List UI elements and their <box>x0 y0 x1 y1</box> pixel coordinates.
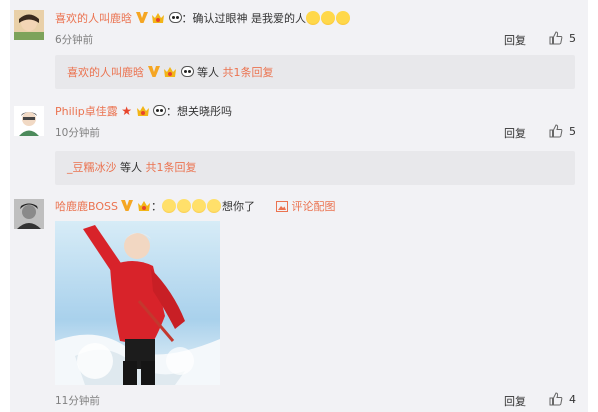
reply-button[interactable]: 回复 <box>504 32 526 48</box>
sub-replies-box[interactable]: _豆糯冰沙 等人 共1条回复 <box>55 151 575 185</box>
comment-panel: 喜欢的人叫鹿晗 ：确认过眼神 是我爱的人 6分钟前 回复 5 喜欢的人叫鹿晗 等… <box>10 0 588 412</box>
picture-icon <box>275 201 288 212</box>
relieved-emoji-icon <box>176 199 191 213</box>
username-link[interactable]: Philip卓佳露 <box>55 105 118 118</box>
avatar[interactable] <box>14 106 44 136</box>
avatar[interactable] <box>14 10 44 40</box>
comment-time: 6分钟前 <box>55 34 94 46</box>
surprised-emoji-icon <box>306 11 320 25</box>
relieved-emoji-icon <box>191 199 206 213</box>
relieved-emoji-icon <box>206 199 221 213</box>
like-count: 4 <box>569 392 576 406</box>
avatar[interactable] <box>14 199 44 229</box>
member-crown-icon <box>164 67 176 77</box>
comment-time: 11分钟前 <box>55 395 100 407</box>
reply-button[interactable]: 回复 <box>504 393 526 409</box>
reply-button[interactable]: 回复 <box>504 125 526 141</box>
comment-line: 喜欢的人叫鹿晗 ：确认过眼神 是我爱的人 <box>55 11 351 26</box>
verified-v-icon <box>147 66 160 77</box>
comment-picture-link[interactable]: 评论配图 <box>291 200 335 213</box>
thumbs-up-icon <box>549 124 563 138</box>
relieved-emoji-icon <box>161 199 176 213</box>
panda-icon <box>168 12 182 23</box>
member-crown-icon <box>137 201 150 211</box>
thumbs-up-icon <box>549 392 563 406</box>
like-count: 5 <box>569 124 576 138</box>
comment-line: Philip卓佳露 ★ ：想关晓彤吗 <box>55 104 233 118</box>
sub-reply-count-link[interactable]: 共1条回复 <box>223 66 274 79</box>
surprised-emoji-icon <box>336 11 350 25</box>
verified-v-icon <box>135 12 148 23</box>
panda-icon <box>180 66 194 77</box>
panda-icon <box>153 105 167 116</box>
sub-reply-count-link[interactable]: 共1条回复 <box>146 161 197 174</box>
like-count: 5 <box>569 31 576 45</box>
sub-reply-user[interactable]: 喜欢的人叫鹿晗 <box>67 66 144 79</box>
like-button[interactable]: 4 <box>549 392 576 406</box>
sub-replies-box[interactable]: 喜欢的人叫鹿晗 等人 共1条回复 <box>55 55 575 89</box>
star-badge-icon: ★ <box>121 104 133 118</box>
comment-picture[interactable] <box>55 221 220 385</box>
verified-v-icon <box>121 200 134 211</box>
username-link[interactable]: 喜欢的人叫鹿晗 <box>55 12 132 25</box>
sub-reply-user[interactable]: _豆糯冰沙 <box>67 161 117 174</box>
thumbs-up-icon <box>549 31 563 45</box>
comment-time: 10分钟前 <box>55 127 100 139</box>
comment-line: 哈鹿鹿BOSS ：想你了 评论配图 <box>55 199 336 213</box>
member-crown-icon <box>152 13 164 23</box>
member-crown-icon <box>136 106 149 116</box>
surprised-emoji-icon <box>321 11 335 25</box>
like-button[interactable]: 5 <box>549 124 576 138</box>
username-link[interactable]: 哈鹿鹿BOSS <box>55 200 118 213</box>
like-button[interactable]: 5 <box>549 31 576 45</box>
